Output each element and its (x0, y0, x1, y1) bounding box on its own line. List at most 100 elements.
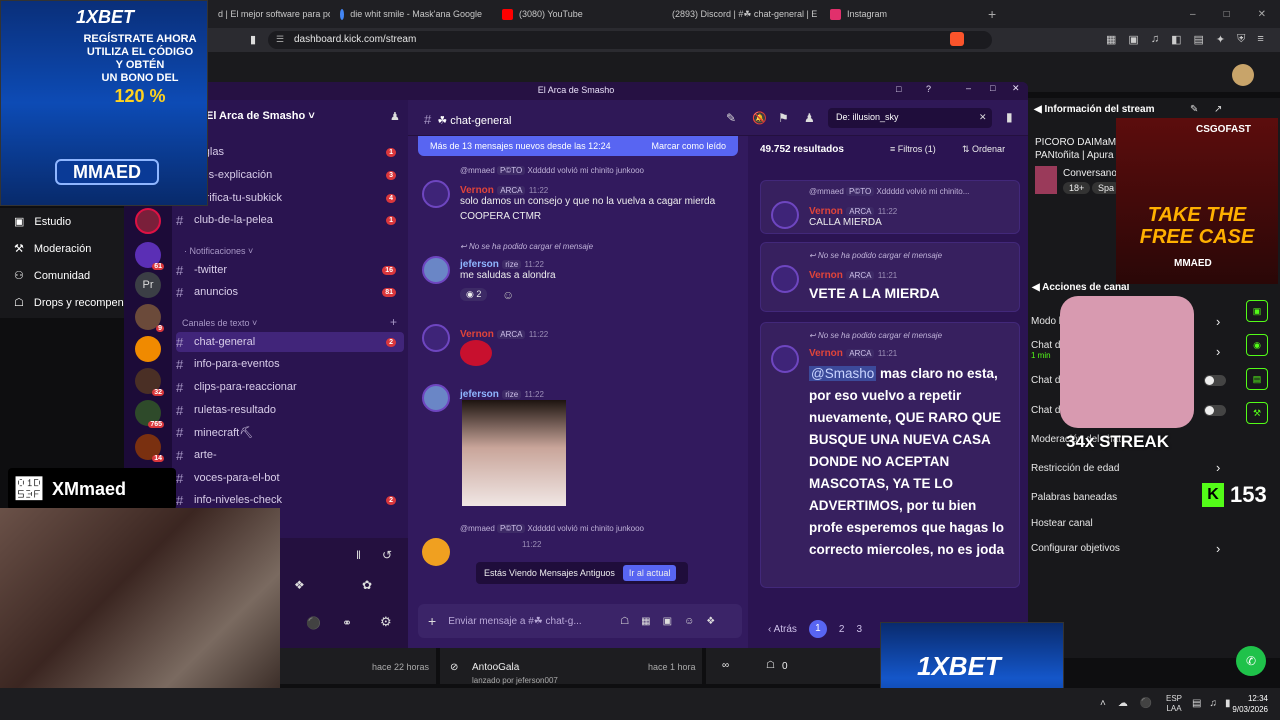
action-hostear-canal[interactable]: Hostear canal (1031, 518, 1093, 529)
channel-roles[interactable]: oles-explicación 3 (176, 165, 404, 185)
page-1[interactable]: 1 (808, 620, 827, 638)
message-input[interactable]: + Enviar mensaje a #☘ chat-g... ☖ ▦ ▣ ☺ … (418, 604, 742, 638)
category-notificaciones[interactable]: · Notificaciones ˅ (184, 246, 253, 256)
avatar[interactable] (422, 256, 450, 284)
server-name[interactable]: El Arca de Smasho ˅ (206, 110, 315, 122)
help-icon[interactable]: ? (926, 84, 931, 94)
jump-present-button[interactable]: Ir al actual (622, 565, 677, 581)
tools-icon[interactable]: ⚒ (1246, 402, 1268, 424)
screenshot-icon[interactable]: ▣ (1128, 33, 1138, 46)
mute-icon[interactable]: 🔕 (752, 111, 767, 125)
nav-moderacion[interactable]: ⚒ Moderación (14, 242, 91, 256)
ai-icon[interactable]: ✦ (1216, 33, 1225, 46)
support-chat-button[interactable]: ✆ (1236, 646, 1266, 676)
add-attachment-icon[interactable]: + (428, 613, 436, 629)
system-icons[interactable]: ▤ ♫ ▮ (1192, 698, 1230, 709)
action-palabras-baneadas[interactable]: Palabras baneadas (1031, 492, 1117, 503)
new-tab-button[interactable]: + (984, 6, 996, 22)
channel-arte[interactable]: # arte- (176, 445, 404, 465)
extension-icon[interactable]: ▦ (1106, 33, 1116, 46)
gif-icon[interactable]: ▦ (641, 616, 650, 627)
mark-read-button[interactable]: Marcar como leído (651, 141, 726, 151)
channel-clips[interactable]: # clips-para-reaccionar (176, 377, 404, 397)
channel-club[interactable]: # club-de-la-pelea 1 (176, 210, 404, 230)
mic-tray-icon[interactable]: ⚫ (1140, 698, 1152, 709)
add-reaction-icon[interactable]: ☺ (502, 288, 514, 302)
browser-tab-4[interactable]: (2893) Discord | #☘ chat-general | E (656, 0, 820, 28)
win-maximize-icon[interactable]: □ (990, 83, 995, 93)
browser-tab-5[interactable]: Instagram (820, 0, 984, 28)
avatar[interactable] (422, 180, 450, 208)
sticker-icon[interactable]: ▣ (663, 616, 672, 627)
maximize-icon[interactable]: □ (1224, 9, 1230, 20)
site-settings-icon[interactable]: ☰ (276, 34, 284, 45)
cards-icon[interactable]: ▤ (1246, 368, 1268, 390)
inbox-icon[interactable]: □ (896, 84, 901, 94)
channel-info-niveles[interactable]: # info-niveles-check 2 (176, 490, 404, 510)
url-field[interactable]: dashboard.kick.com/stream (268, 31, 992, 49)
server-icon[interactable]: 61 (135, 242, 164, 270)
disconnect-icon[interactable]: ↺ (382, 548, 392, 562)
apps-icon[interactable]: ❖ (706, 616, 715, 627)
new-messages-banner[interactable]: Más de 13 mensajes nuevos desde las 12:2… (418, 136, 738, 156)
chat-icon[interactable]: ▣ (1246, 300, 1268, 322)
channel-info-eventos[interactable]: # info-para-eventos (176, 354, 404, 374)
add-channel-icon[interactable]: + (390, 315, 397, 329)
channel-minecraft[interactable]: # minecraft⛏ (176, 422, 404, 442)
clear-search-icon[interactable]: ✕ (979, 112, 987, 123)
minimize-icon[interactable]: – (1190, 9, 1196, 20)
channel-twitter[interactable]: # -twitter 16 (176, 260, 404, 280)
nav-estudio[interactable]: ▣ Estudio (14, 215, 71, 229)
server-icon[interactable]: 765 (135, 400, 164, 428)
browser-tab-1[interactable]: d | El mejor software para pote (208, 0, 330, 28)
avatar[interactable] (422, 384, 450, 412)
action-restriccion-edad[interactable]: Restricción de edad (1031, 463, 1119, 474)
filters-button[interactable]: ≡ Filtros (1) (890, 144, 936, 154)
avatar[interactable] (422, 538, 450, 566)
headset-icon[interactable]: ⚭ (342, 616, 352, 630)
avatar[interactable] (422, 324, 450, 352)
edit-icon[interactable]: ✎ (1190, 104, 1198, 115)
browser-tab-3[interactable]: (3080) YouTube (492, 0, 656, 28)
cloud-icon[interactable]: ☁ (1118, 698, 1128, 709)
emoji-picker-icon[interactable]: ☺ (684, 616, 694, 627)
popout-icon[interactable]: ↗ (1214, 104, 1222, 115)
pin-icon[interactable]: ⚑ (778, 111, 789, 125)
action-chat-3[interactable]: Chat d (1031, 405, 1060, 416)
search-result-card[interactable]: ↩ No se ha podido cargar el mensaje Vern… (760, 242, 1020, 312)
toggle-switch[interactable] (1204, 405, 1226, 416)
action-chat-2[interactable]: Chat d (1031, 375, 1060, 386)
broadcast-icon[interactable]: ◉ (1246, 334, 1268, 356)
add-member-icon[interactable]: ♟ (390, 110, 400, 123)
server-icon[interactable] (135, 208, 161, 234)
mic-icon[interactable]: ⚫ (306, 616, 321, 630)
channel-anuncios[interactable]: # anuncios 81 (176, 282, 404, 302)
search-field[interactable]: De: illusion_sky (828, 108, 992, 128)
channel-voces[interactable]: # voces-para-el-bot (176, 468, 404, 488)
activities-icon[interactable]: ❖ (294, 578, 305, 592)
win-minimize-icon[interactable]: – (966, 83, 971, 93)
members-icon[interactable]: ♟ (804, 111, 815, 125)
sort-button[interactable]: ⇅ Ordenar (962, 144, 1005, 155)
menu-icon[interactable]: ≡ (1257, 33, 1263, 46)
page-2[interactable]: 2 (839, 624, 845, 635)
nav-drops[interactable]: ☖ Drops y recompen (14, 296, 124, 310)
server-icon[interactable] (135, 336, 161, 362)
page-3[interactable]: 3 (856, 624, 862, 635)
search-result-card[interactable]: ↩ No se ha podido cargar el mensaje Vern… (760, 322, 1020, 588)
soundboard-icon[interactable]: ‖ (356, 548, 361, 562)
inbox-pin-icon[interactable]: ▮ (1006, 110, 1013, 124)
stream-icon[interactable]: ✿ (362, 578, 372, 592)
attachment-image[interactable] (462, 400, 566, 506)
action-chat-1[interactable]: Chat d1 min (1031, 340, 1060, 360)
language-indicator[interactable]: ESP LAA (1166, 694, 1182, 714)
settings-gear-icon[interactable]: ⚙ (380, 614, 392, 630)
browser-tab-2[interactable]: die whit smile - Mask'ana Google (330, 0, 492, 28)
wallet-icon[interactable]: ▤ (1193, 33, 1203, 46)
sticker-image[interactable] (460, 340, 492, 366)
clock[interactable]: 12:34 9/03/2026 (1226, 693, 1268, 715)
nav-comunidad[interactable]: ⚇ Comunidad (14, 269, 90, 283)
search-result-card[interactable]: @mmaed P©TO Xddddd volvió mi chinito... … (760, 180, 1020, 234)
ad-banner-1xbet[interactable]: 1XBET REGÍSTRATE AHORA UTILIZA EL CÓDIGO Y… (0, 0, 208, 206)
channel-reglas[interactable]: reglas 1 (176, 142, 404, 162)
